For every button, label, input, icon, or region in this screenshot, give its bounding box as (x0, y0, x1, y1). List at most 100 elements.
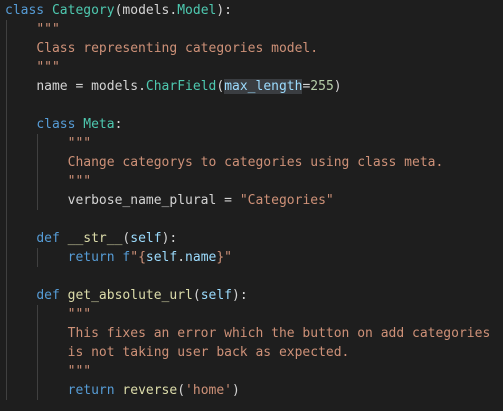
docstring: This fixes an error which the button on … (67, 326, 491, 341)
code-line-5: name = models.CharField(max_length=255) (5, 77, 490, 96)
string-literal: "Categories" (239, 193, 334, 208)
number-literal: 255 (310, 79, 334, 94)
code-line-9: Change categorys to categories using cla… (5, 153, 490, 172)
code-line-6 (5, 96, 490, 115)
docstring: """ (67, 174, 92, 189)
indent-guide (37, 248, 38, 267)
code-line-13: def __str__(self): (5, 229, 490, 248)
code-text: . (177, 250, 186, 265)
indent-guide (37, 305, 38, 324)
indent-guide (37, 362, 38, 381)
indent-guide (6, 210, 7, 229)
code-line-11: verbose_name_plural = "Categories" (5, 191, 490, 210)
code-line-7: class Meta: (5, 115, 490, 134)
indent-guide (6, 324, 7, 343)
code-line-3: Class representing categories model. (5, 39, 490, 58)
indent-guide (6, 191, 7, 210)
indent-guide (6, 172, 7, 191)
code-line-8: """ (5, 134, 490, 153)
docstring: """ (36, 60, 60, 75)
indent-guide (6, 20, 7, 39)
indent-guide (6, 362, 7, 381)
code-line-16: def get_absolute_url(self): (5, 286, 490, 305)
keyword-class: class (5, 3, 45, 18)
code-text: : (114, 117, 123, 132)
docstring: Class representing categories model. (36, 41, 319, 56)
code-block: class Category(models.Model): """ Class … (5, 1, 490, 400)
indent-guide (6, 77, 7, 96)
function-call: CharField (145, 79, 217, 94)
code-line-2: """ (5, 20, 490, 39)
code-text: ): (161, 231, 178, 246)
indent-guide (6, 58, 7, 77)
indent-guide (37, 134, 38, 153)
string-literal: }" (216, 250, 233, 265)
indent-guide (6, 305, 7, 324)
class-name: Meta (83, 117, 115, 132)
function-name: get_absolute_url (67, 288, 193, 303)
indent-guide (37, 153, 38, 172)
docstring: Change categorys to categories using cla… (67, 155, 444, 170)
indent-guide (6, 381, 7, 400)
function-name: __str__ (67, 231, 123, 246)
code-text: ): (232, 288, 248, 303)
argument-name: max_length (224, 79, 303, 94)
code-text: (models. (114, 3, 178, 18)
code-text: ): (216, 3, 233, 18)
code-line-10: """ (5, 172, 490, 191)
code-line-21: return reverse('home') (5, 381, 490, 400)
indent-guide (37, 343, 38, 362)
code-text: = models. (67, 79, 146, 94)
keyword-def: def (36, 288, 60, 303)
field-name: name (36, 79, 68, 94)
code-text: ) (333, 79, 342, 94)
indent-guide (6, 248, 7, 267)
indent-guide (6, 343, 7, 362)
indent-guide (6, 39, 7, 58)
code-line-17: """ (5, 305, 490, 324)
variable: self (145, 250, 178, 265)
parameter: self (130, 231, 162, 246)
indent-guide (6, 96, 7, 115)
code-text: ) (232, 383, 240, 398)
indent-guide (6, 153, 7, 172)
code-text: ( (192, 288, 201, 303)
code-text: ( (177, 383, 186, 398)
indent-guide (37, 324, 38, 343)
code-line-12 (5, 210, 490, 229)
field-name: verbose_name_plural (67, 193, 217, 208)
code-line-18: This fixes an error which the button on … (5, 324, 490, 343)
string-literal: 'home' (185, 383, 233, 398)
docstring: """ (67, 364, 92, 379)
highlighted-argument: max_length (224, 79, 303, 94)
function-call: reverse (122, 383, 178, 398)
indent-guide (6, 134, 7, 153)
indent-guide (37, 191, 38, 210)
parameter: self (200, 288, 232, 303)
code-line-20: """ (5, 362, 490, 381)
keyword-class: class (36, 117, 76, 132)
class-name: Category (51, 3, 115, 18)
docstring: """ (67, 307, 92, 322)
indent-guide (37, 172, 38, 191)
code-line-14: return f"{self.name}" (5, 248, 490, 267)
attribute: name (185, 250, 217, 265)
docstring: """ (67, 136, 92, 151)
keyword-return: return (67, 250, 115, 265)
indent-guide (6, 267, 7, 286)
keyword-def: def (36, 231, 60, 246)
base-class: Model (177, 3, 217, 18)
code-editor[interactable]: class Category(models.Model): """ Class … (0, 0, 503, 411)
docstring: is not taking user back as expected. (67, 345, 350, 360)
keyword-return: return (67, 383, 115, 398)
indent-guide (6, 286, 7, 305)
indent-guide (6, 115, 7, 134)
string-literal: "{ (130, 250, 146, 265)
code-line-19: is not taking user back as expected. (5, 343, 490, 362)
code-line-15 (5, 267, 490, 286)
code-line-4: """ (5, 58, 490, 77)
code-line-1: class Category(models.Model): (5, 1, 490, 20)
indent-guide (6, 229, 7, 248)
docstring: """ (36, 22, 60, 37)
code-text: = (216, 193, 240, 208)
